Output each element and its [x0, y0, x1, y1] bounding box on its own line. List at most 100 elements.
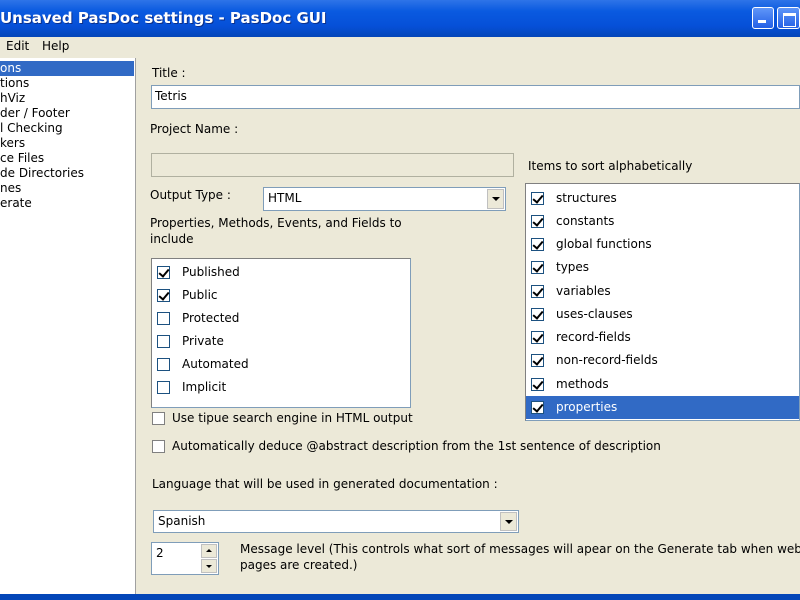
list-item-label: properties	[556, 400, 618, 414]
sidebar-item-label: hViz	[0, 91, 26, 105]
maximize-button[interactable]	[777, 7, 800, 29]
menu-edit[interactable]: Edit	[6, 39, 29, 53]
message-level-spinner[interactable]: 2	[151, 542, 219, 575]
checkbox-variables[interactable]	[531, 285, 544, 298]
checkbox-types[interactable]	[531, 261, 544, 274]
sort-item-global-functions[interactable]: global functions	[526, 233, 799, 256]
list-item-label: types	[556, 260, 590, 274]
checkbox-global-functions[interactable]	[531, 238, 544, 251]
sidebar-item-options[interactable]: ons	[0, 61, 134, 76]
visibility-item-protected[interactable]: Protected	[152, 307, 410, 330]
sidebar-item-include-directories[interactable]: de Directories	[0, 166, 134, 181]
output-type-value: HTML	[268, 191, 302, 205]
tipue-label[interactable]: Use tipue search engine in HTML output	[172, 411, 413, 425]
menu-help[interactable]: Help	[42, 39, 69, 53]
message-level-value: 2	[156, 546, 164, 560]
list-item-label: constants	[556, 214, 615, 228]
list-item-label: global functions	[556, 237, 652, 251]
visibility-item-published[interactable]: Published	[152, 261, 410, 284]
window-title: Unsaved PasDoc settings - PasDoc GUI	[0, 9, 327, 27]
project-name-input[interactable]	[151, 153, 514, 177]
menu-bar: Edit Help	[0, 37, 800, 56]
sort-item-structures[interactable]: structures	[526, 187, 799, 210]
chevron-down-icon[interactable]	[487, 189, 504, 209]
list-item-label: variables	[556, 284, 611, 298]
project-name-label: Project Name :	[150, 122, 239, 136]
list-item-label: Automated	[182, 357, 249, 371]
output-type-label: Output Type :	[150, 188, 231, 202]
list-item-label: record-fields	[556, 330, 631, 344]
checkbox-published[interactable]	[157, 266, 170, 279]
message-level-label: Message level (This controls what sort o…	[240, 542, 800, 556]
list-item-label: non-record-fields	[556, 353, 658, 367]
include-label: Properties, Methods, Events, and Fields …	[150, 216, 402, 246]
sort-item-types[interactable]: types	[526, 256, 799, 279]
language-label: Language that will be used in generated …	[152, 477, 498, 491]
list-item-label: Implicit	[182, 380, 227, 394]
sort-item-properties[interactable]: properties	[526, 396, 799, 419]
checkbox-non-record-fields[interactable]	[531, 354, 544, 367]
language-select[interactable]: Spanish	[153, 510, 519, 533]
checkbox-constants[interactable]	[531, 215, 544, 228]
checkbox-public[interactable]	[157, 289, 170, 302]
sidebar-item-spell-checking[interactable]: l Checking	[0, 121, 134, 136]
visibility-item-private[interactable]: Private	[152, 330, 410, 353]
tipue-checkbox[interactable]	[152, 412, 165, 425]
sort-items-list: structures constants global functions ty…	[525, 183, 800, 421]
checkbox-record-fields[interactable]	[531, 331, 544, 344]
sort-item-constants[interactable]: constants	[526, 210, 799, 233]
list-item-label: Private	[182, 334, 224, 348]
sort-items-label: Items to sort alphabetically	[528, 159, 693, 173]
sort-item-record-fields[interactable]: record-fields	[526, 326, 799, 349]
checkbox-uses-clauses[interactable]	[531, 308, 544, 321]
sidebar-item-label: l Checking	[0, 121, 63, 135]
list-item-label: uses-clauses	[556, 307, 633, 321]
checkbox-automated[interactable]	[157, 358, 170, 371]
checkbox-private[interactable]	[157, 335, 170, 348]
sidebar-item-defines[interactable]: nes	[0, 181, 134, 196]
title-label: Title :	[152, 66, 186, 80]
list-item-label: Public	[182, 288, 218, 302]
checkbox-structures[interactable]	[531, 192, 544, 205]
checkbox-properties[interactable]	[531, 401, 544, 414]
checkbox-methods[interactable]	[531, 378, 544, 391]
abstract-checkbox[interactable]	[152, 440, 165, 453]
sidebar-nav: ons tions hViz der / Footer l Checking k…	[0, 58, 136, 594]
spin-up-icon[interactable]	[201, 544, 217, 558]
visibility-list: Published Public Protected Private Autom…	[151, 258, 411, 408]
list-item-label: Published	[182, 265, 240, 279]
sidebar-item-label: de Directories	[0, 166, 84, 180]
sidebar-item-label: ce Files	[0, 151, 45, 165]
visibility-item-public[interactable]: Public	[152, 284, 410, 307]
sidebar-item-generate[interactable]: erate	[0, 196, 134, 211]
minimize-button[interactable]	[752, 7, 774, 29]
sort-item-variables[interactable]: variables	[526, 280, 799, 303]
sidebar-item-label: der / Footer	[0, 106, 70, 120]
title-input[interactable]: Tetris	[151, 85, 800, 109]
chevron-down-icon[interactable]	[500, 512, 517, 531]
sort-item-uses-clauses[interactable]: uses-clauses	[526, 303, 799, 326]
sidebar-item-label: erate	[0, 196, 32, 210]
sidebar-item-markers[interactable]: kers	[0, 136, 134, 151]
language-value: Spanish	[158, 514, 206, 528]
list-item-label: Protected	[182, 311, 240, 325]
title-bar: Unsaved PasDoc settings - PasDoc GUI	[0, 0, 800, 37]
checkbox-protected[interactable]	[157, 312, 170, 325]
spin-down-icon[interactable]	[201, 559, 217, 573]
output-type-select[interactable]: HTML	[263, 187, 506, 211]
sidebar-item-label: kers	[0, 136, 26, 150]
sidebar-item-graphviz[interactable]: hViz	[0, 91, 134, 106]
sidebar-item-label: tions	[0, 76, 30, 90]
checkbox-implicit[interactable]	[157, 381, 170, 394]
list-item-label: structures	[556, 191, 617, 205]
visibility-item-implicit[interactable]: Implicit	[152, 376, 410, 399]
sidebar-item-header-footer[interactable]: der / Footer	[0, 106, 134, 121]
abstract-label[interactable]: Automatically deduce @abstract descripti…	[172, 439, 661, 453]
visibility-item-automated[interactable]: Automated	[152, 353, 410, 376]
sidebar-item-label: ons	[0, 61, 22, 75]
sidebar-item-locations[interactable]: tions	[0, 76, 134, 91]
sort-item-non-record-fields[interactable]: non-record-fields	[526, 349, 799, 372]
sort-item-methods[interactable]: methods	[526, 373, 799, 396]
sidebar-item-source-files[interactable]: ce Files	[0, 151, 134, 166]
list-item-label: methods	[556, 377, 609, 391]
